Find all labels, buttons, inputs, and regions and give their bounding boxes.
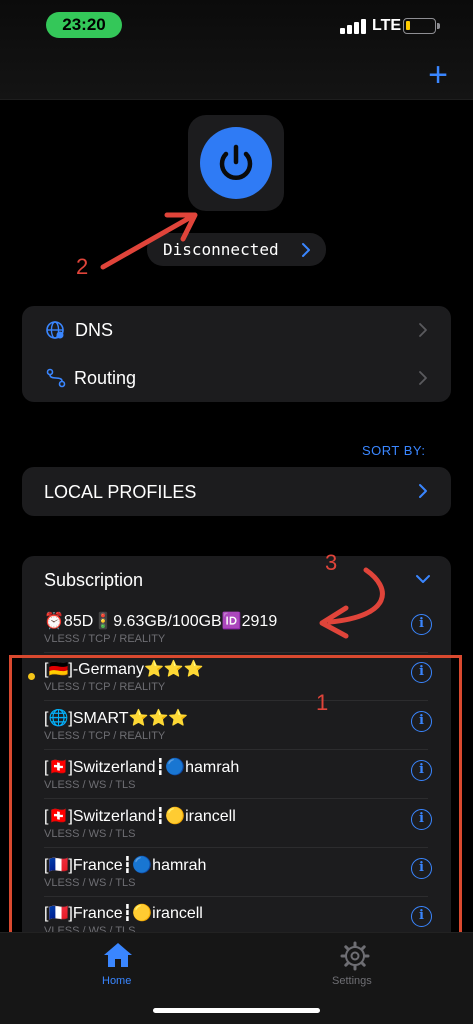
tab-home[interactable]: Home — [88, 937, 148, 997]
tab-home-label: Home — [102, 975, 132, 987]
chevron-right-icon — [302, 243, 310, 257]
local-profiles-row[interactable]: LOCAL PROFILES — [22, 467, 451, 516]
annotation-arrow-3 — [319, 567, 385, 639]
power-circle — [200, 127, 272, 199]
routing-row[interactable]: Routing — [22, 354, 451, 402]
tab-settings[interactable]: Settings — [325, 937, 385, 997]
power-icon — [219, 144, 253, 181]
subscription-usage-title: ⏰85D🚦9.63GB/100GB🆔2919 — [44, 613, 278, 630]
annotation-number-1: 1 — [316, 690, 329, 715]
settings-card: DNS Routing — [22, 306, 451, 402]
add-profile-button[interactable]: + — [424, 58, 452, 92]
subscription-usage-protocol: VLESS / TCP / REALITY — [44, 633, 166, 645]
dns-label: DNS — [75, 320, 114, 340]
route-icon — [46, 368, 66, 388]
local-profiles-label: LOCAL PROFILES — [44, 482, 197, 502]
chevron-right-icon — [419, 323, 427, 337]
power-toggle-button[interactable] — [188, 115, 284, 211]
battery-tip — [437, 23, 440, 29]
home-indicator — [153, 1008, 320, 1013]
status-time: 23:20 — [46, 12, 122, 38]
gear-icon — [340, 941, 370, 971]
sort-by-button[interactable]: SORT BY: — [362, 443, 426, 458]
routing-label: Routing — [74, 368, 137, 388]
chevron-right-icon — [419, 484, 427, 498]
annotation-number-3: 3 — [325, 550, 338, 575]
battery-icon — [403, 18, 436, 34]
network-label: LTE — [372, 17, 402, 34]
signal-icon — [340, 18, 366, 34]
globe-icon — [46, 321, 64, 339]
house-icon — [104, 943, 132, 967]
annotation-arrow-2 — [100, 212, 198, 270]
dns-row[interactable]: DNS — [22, 306, 451, 354]
annotation-box-1 — [9, 655, 462, 939]
status-bar: 23:20 LTE — [0, 0, 473, 50]
chevron-down-icon[interactable] — [415, 573, 431, 585]
annotation-number-2: 2 — [76, 254, 89, 279]
chevron-right-icon — [419, 371, 427, 385]
info-icon[interactable]: i — [411, 614, 432, 635]
subscription-title: Subscription — [44, 570, 144, 590]
tab-settings-label: Settings — [332, 975, 372, 987]
